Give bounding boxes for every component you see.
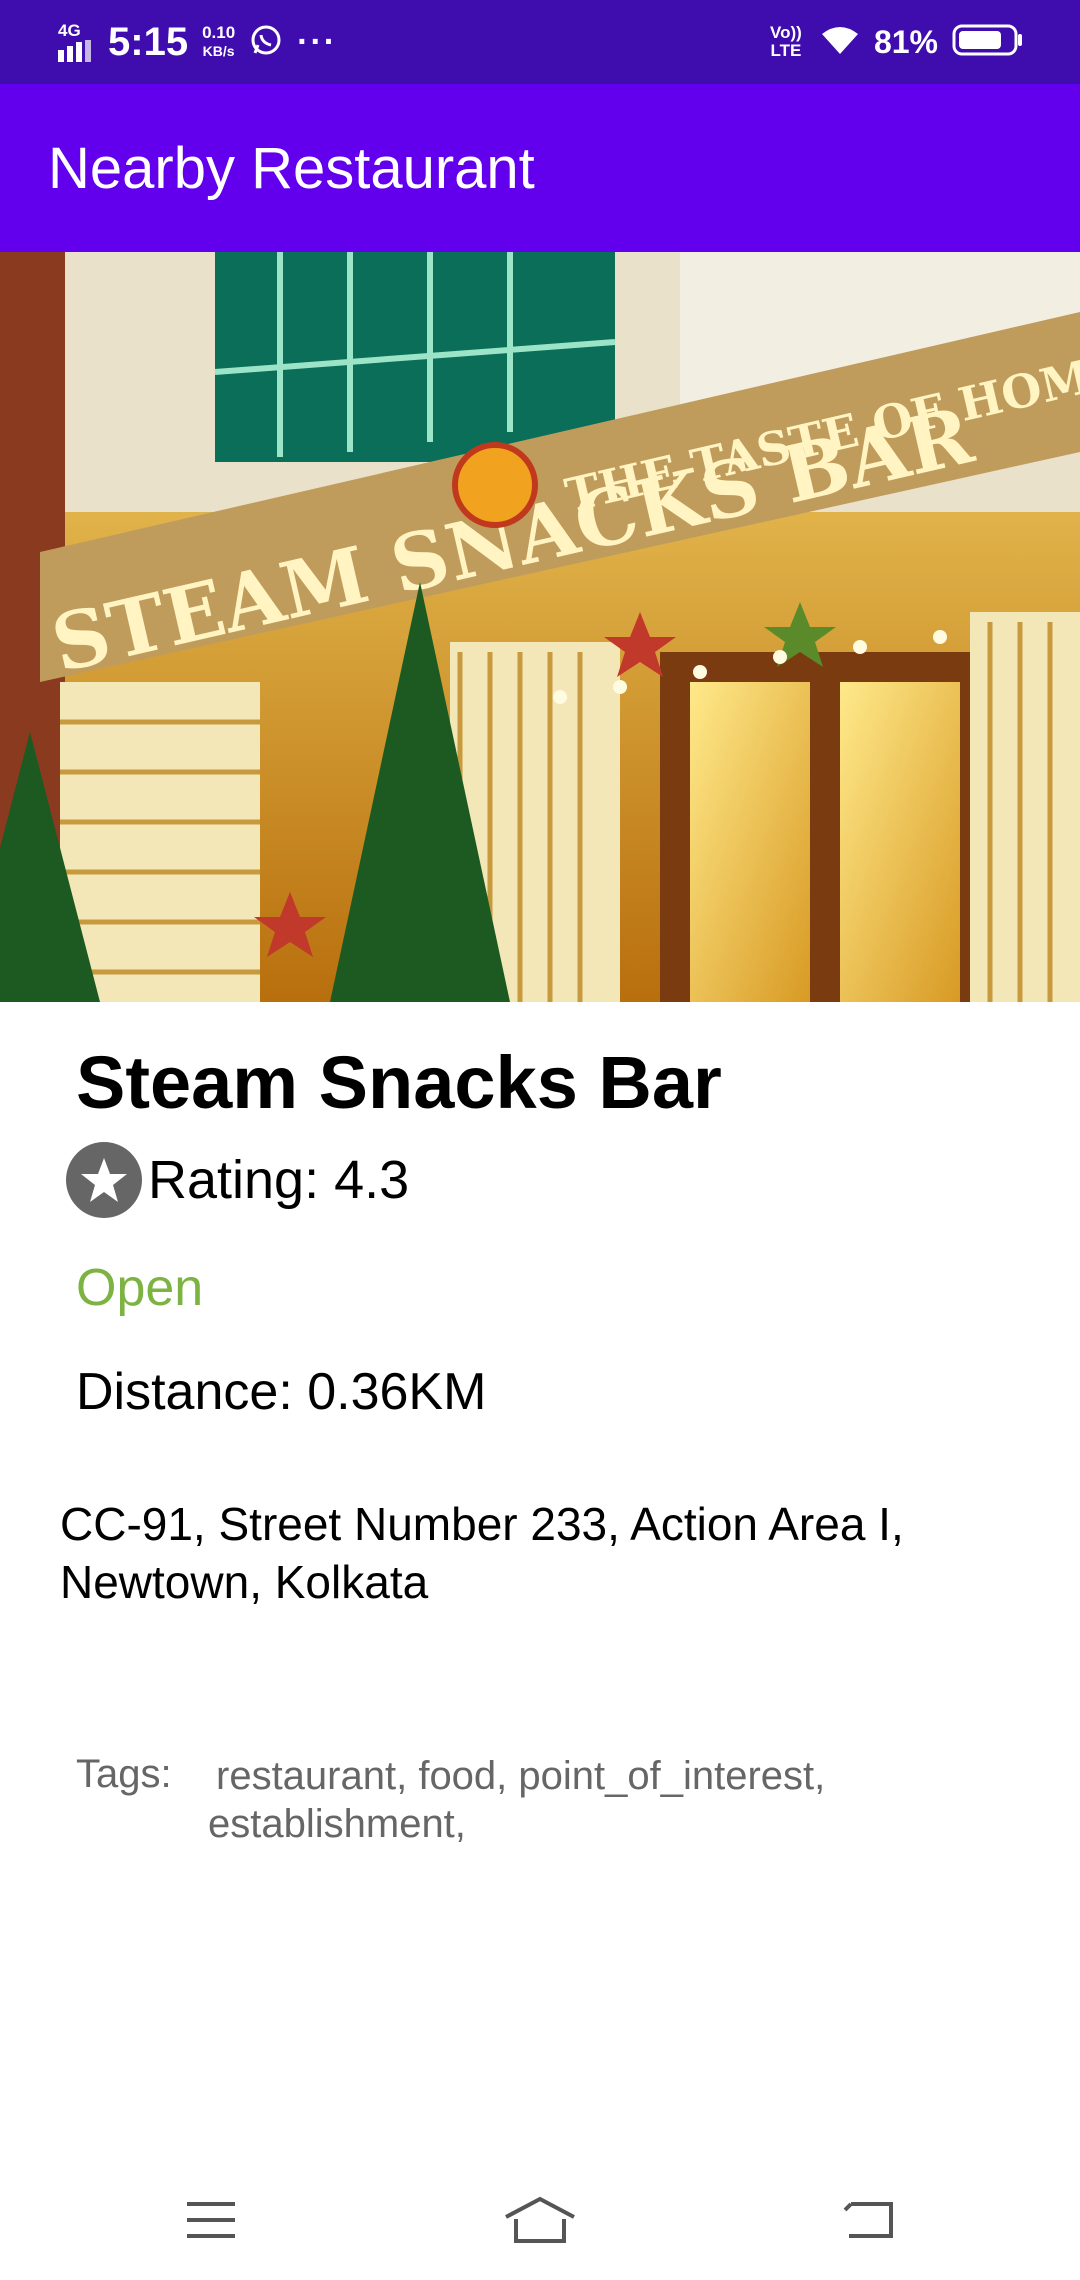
status-bar: 4G 5:15 0.10 KB/s ··· Vo)) LTE 81%: [0, 0, 1080, 84]
star-icon: [66, 1142, 142, 1218]
speed-value: 0.10: [202, 23, 236, 42]
clock: 5:15: [108, 19, 189, 64]
data-speed: 0.10 KB/s: [202, 24, 235, 60]
status-right: Vo)) LTE 81%: [766, 0, 1024, 84]
tags-label: Tags:: [76, 1752, 172, 1796]
whatsapp-icon: [249, 23, 283, 62]
open-status: Open: [76, 1259, 204, 1317]
wifi-icon: [820, 24, 860, 61]
battery-icon: [952, 23, 1024, 62]
speed-unit: KB/s: [202, 43, 235, 59]
more-notifications: ···: [297, 22, 338, 61]
volte-indicator: Vo)) LTE: [770, 23, 802, 60]
distance-text: Distance: 0.36KM: [76, 1363, 487, 1421]
app-bar: Nearby Restaurant: [0, 84, 1080, 252]
system-nav-bar: [0, 2160, 1080, 2280]
rating-row: Rating: 4.3: [66, 1140, 409, 1220]
signal-icon: 4G: [58, 22, 94, 62]
battery-percent: 81%: [873, 23, 938, 60]
menu-icon[interactable]: [166, 2180, 256, 2260]
restaurant-name: Steam Snacks Bar: [76, 1041, 722, 1124]
tags-value: restaurant, food, point_of_interest, est…: [208, 1754, 826, 1846]
app-title: Nearby Restaurant: [48, 136, 535, 201]
back-icon[interactable]: [824, 2180, 914, 2260]
address-text: CC-91, Street Number 233, Action Area I,…: [60, 1498, 904, 1608]
home-icon[interactable]: [495, 2180, 585, 2260]
network-type: 4G: [58, 21, 81, 40]
rating-text: Rating: 4.3: [148, 1150, 410, 1210]
status-left: 4G 5:15 0.10 KB/s ···: [58, 0, 337, 84]
restaurant-photo: STEAM SNACKS BAR THE TASTE OF HOME: [0, 252, 1080, 1002]
